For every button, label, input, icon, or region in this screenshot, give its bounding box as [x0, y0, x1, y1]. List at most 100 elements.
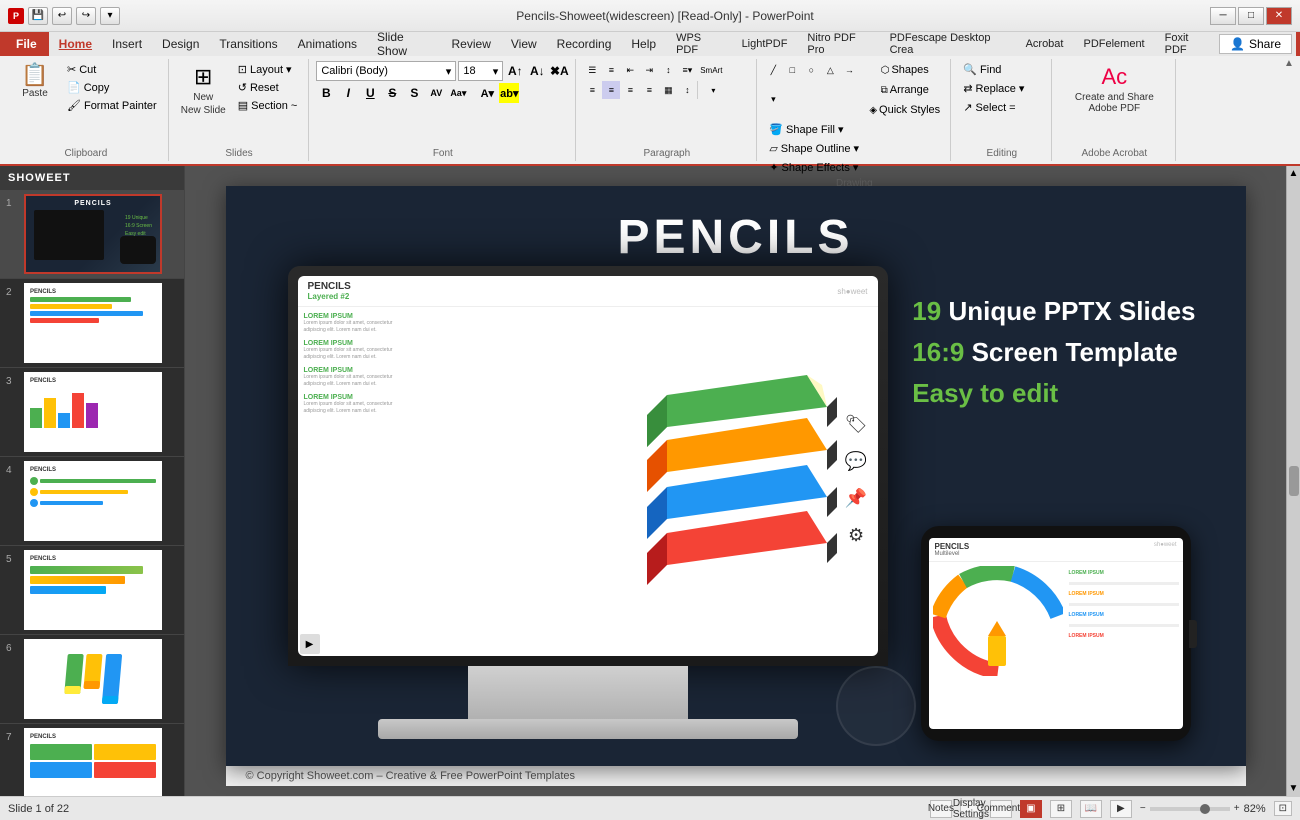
- align-right-btn[interactable]: ≡: [621, 81, 639, 99]
- foxitpdf-menu[interactable]: Foxit PDF: [1155, 32, 1219, 56]
- find-btn[interactable]: 🔍 Find: [958, 61, 1006, 78]
- zoom-slider[interactable]: [1150, 807, 1230, 811]
- scroll-up-btn[interactable]: ▲: [1289, 168, 1299, 179]
- align-text-btn[interactable]: ≡▾: [678, 61, 696, 79]
- underline-button[interactable]: U: [360, 83, 380, 103]
- char-spacing-btn[interactable]: AV: [426, 83, 446, 103]
- slide-thumb-4[interactable]: 4 PENCILS: [0, 457, 184, 546]
- align-center-btn[interactable]: ≡: [602, 81, 620, 99]
- justify-btn[interactable]: ≡: [640, 81, 658, 99]
- line-shape[interactable]: ╱: [764, 61, 782, 79]
- more-para-btn[interactable]: ▾: [699, 81, 727, 99]
- slide-sorter-btn[interactable]: ⊞: [1050, 800, 1072, 818]
- slide-thumb-3[interactable]: 3 PENCILS: [0, 368, 184, 457]
- minimize-button[interactable]: ─: [1210, 7, 1236, 25]
- pdfescape-menu[interactable]: PDFescape Desktop Crea: [880, 32, 1016, 56]
- change-case-btn[interactable]: Aa▾: [448, 83, 468, 103]
- save-button[interactable]: 💾: [28, 7, 48, 25]
- font-size-select[interactable]: 18 ▾: [458, 61, 503, 81]
- vertical-scrollbar[interactable]: ▲ ▼: [1286, 166, 1300, 796]
- col-btn[interactable]: ▦: [659, 81, 677, 99]
- scroll-thumb[interactable]: [1289, 466, 1299, 496]
- help-menu[interactable]: Help: [621, 32, 666, 56]
- transitions-menu[interactable]: Transitions: [209, 32, 287, 56]
- format-painter-button[interactable]: 🖌 Format Painter: [62, 97, 162, 114]
- increase-font-btn[interactable]: A↑: [505, 61, 525, 81]
- review-menu[interactable]: Review: [442, 32, 501, 56]
- animations-menu[interactable]: Animations: [288, 32, 367, 56]
- section-button[interactable]: ▤ Section ~: [233, 97, 303, 114]
- shape-outline-btn[interactable]: ▱ Shape Outline ▾: [764, 140, 864, 157]
- file-menu[interactable]: File: [4, 32, 49, 56]
- wpspdf-menu[interactable]: WPS PDF: [666, 32, 732, 56]
- font-name-select[interactable]: Calibri (Body) ▾: [316, 61, 456, 81]
- zoom-out-btn[interactable]: −: [1140, 803, 1146, 814]
- arrange-btn[interactable]: ⧉ Arrange: [866, 81, 943, 99]
- nitropdf-menu[interactable]: Nitro PDF Pro: [797, 32, 879, 56]
- tablet-home-button[interactable]: [1189, 620, 1197, 648]
- undo-button[interactable]: ↩: [52, 7, 72, 25]
- fit-slide-btn[interactable]: ⊡: [1274, 801, 1292, 816]
- rect-shape[interactable]: □: [783, 61, 801, 79]
- new-slide-button[interactable]: ⊞ New New Slide: [176, 61, 231, 119]
- highlight-btn[interactable]: ab▾: [499, 83, 519, 103]
- shapes-btn[interactable]: ⬡ Shapes: [866, 61, 943, 79]
- strikethrough-button[interactable]: S: [382, 83, 402, 103]
- triangle-shape[interactable]: △: [821, 61, 839, 79]
- scroll-down-btn[interactable]: ▼: [1289, 783, 1299, 794]
- arrow-shape[interactable]: →: [840, 61, 858, 79]
- reset-button[interactable]: ↺ Reset: [233, 79, 303, 96]
- pdfelement-menu[interactable]: PDFelement: [1073, 32, 1154, 56]
- zoom-thumb[interactable]: [1200, 804, 1210, 814]
- acrobat-menu[interactable]: Acrobat: [1016, 32, 1074, 56]
- ribbon-collapse-btn[interactable]: ▲: [1284, 58, 1298, 72]
- decrease-indent-btn[interactable]: ⇤: [621, 61, 639, 79]
- view-menu[interactable]: View: [501, 32, 547, 56]
- slide-thumb-2[interactable]: 2 PENCILS: [0, 279, 184, 368]
- notes-btn[interactable]: Notes: [930, 800, 952, 818]
- lightpdf-menu[interactable]: LightPDF: [732, 32, 798, 56]
- play-button[interactable]: ▶: [300, 634, 320, 654]
- customize-qat-button[interactable]: ▾: [100, 7, 120, 25]
- font-color-btn[interactable]: A▾: [477, 83, 497, 103]
- copy-button[interactable]: 📄 Copy: [62, 79, 162, 96]
- cut-button[interactable]: ✂ Cut: [62, 61, 162, 78]
- select-btn[interactable]: ↗ Select =: [958, 99, 1020, 116]
- oval-shape[interactable]: ○: [802, 61, 820, 79]
- clear-format-btn[interactable]: ✖A: [549, 61, 569, 81]
- slide-thumb-1[interactable]: 1 PENCILS 19 Unique16:9 ScreenEasy edit: [0, 190, 184, 279]
- italic-button[interactable]: I: [338, 83, 358, 103]
- increase-indent-btn[interactable]: ⇥: [640, 61, 658, 79]
- insert-menu[interactable]: Insert: [102, 32, 152, 56]
- slide-editing-area[interactable]: PENCILS PENCILS Layered #2: [185, 166, 1286, 796]
- replace-btn[interactable]: ⇄ Replace ▾: [958, 80, 1029, 97]
- reading-view-btn[interactable]: 📖: [1080, 800, 1102, 818]
- line-spacing-btn[interactable]: ↕: [678, 81, 696, 99]
- bullets-button[interactable]: ☰: [583, 61, 601, 79]
- shape-fill-btn[interactable]: 🪣 Shape Fill ▾: [764, 121, 864, 138]
- home-menu[interactable]: Home: [49, 32, 102, 56]
- create-adobe-btn[interactable]: Ac Create and Share Adobe PDF: [1059, 61, 1169, 117]
- paste-button[interactable]: 📋 Paste: [10, 61, 60, 102]
- more-shapes[interactable]: ▾: [764, 91, 782, 109]
- slide-thumb-6[interactable]: 6: [0, 635, 184, 724]
- shape-effects-btn[interactable]: ✦ Shape Effects ▾: [764, 159, 864, 176]
- comments-btn[interactable]: Comments: [990, 800, 1012, 818]
- slideshow-btn[interactable]: ▶: [1110, 800, 1132, 818]
- close-button[interactable]: ✕: [1266, 7, 1292, 25]
- redo-button[interactable]: ↪: [76, 7, 96, 25]
- slide-canvas[interactable]: PENCILS PENCILS Layered #2: [226, 186, 1246, 766]
- shadow-button[interactable]: S: [404, 83, 424, 103]
- design-menu[interactable]: Design: [152, 32, 209, 56]
- slide-thumb-5[interactable]: 5 PENCILS: [0, 546, 184, 635]
- quick-styles-btn[interactable]: ◈ Quick Styles: [866, 101, 943, 119]
- text-direction-btn[interactable]: ↕: [659, 61, 677, 79]
- share-button[interactable]: 👤 Share: [1219, 34, 1292, 54]
- numbering-button[interactable]: ≡: [602, 61, 620, 79]
- zoom-in-btn[interactable]: +: [1234, 803, 1240, 814]
- layout-button[interactable]: ⊡ Layout ▾: [233, 61, 303, 78]
- recording-menu[interactable]: Recording: [547, 32, 622, 56]
- slideshow-menu[interactable]: Slide Show: [367, 32, 442, 56]
- align-left-btn[interactable]: ≡: [583, 81, 601, 99]
- decrease-font-btn[interactable]: A↓: [527, 61, 547, 81]
